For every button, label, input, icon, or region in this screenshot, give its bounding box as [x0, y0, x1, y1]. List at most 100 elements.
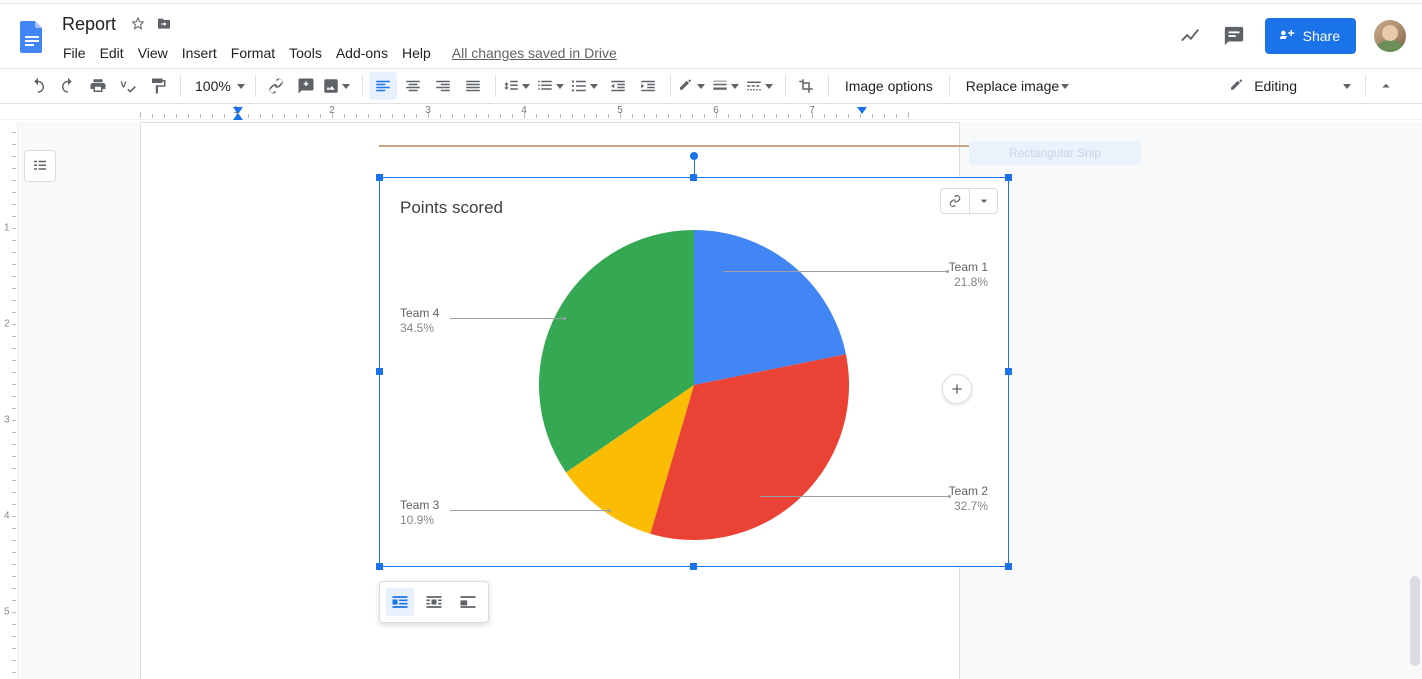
selected-chart-object[interactable]: Points scored Team 121.8% Team 232.7%	[379, 177, 1009, 567]
menu-help[interactable]: Help	[395, 41, 438, 65]
resize-handle-tr[interactable]	[1005, 174, 1012, 181]
resize-handle-tm[interactable]	[690, 174, 697, 181]
chevron-down-icon	[765, 84, 773, 89]
save-status[interactable]: All changes saved in Drive	[452, 45, 617, 61]
resize-handle-bm[interactable]	[690, 563, 697, 570]
share-button[interactable]: Share	[1265, 18, 1356, 54]
snip-overlay: Rectangular Snip	[969, 141, 1141, 165]
image-options-button[interactable]: Image options	[835, 72, 943, 100]
resize-handle-bl[interactable]	[376, 563, 383, 570]
snip-label: Rectangular Snip	[1009, 146, 1101, 160]
linked-chart-icon[interactable]	[941, 189, 969, 213]
doc-title[interactable]: Report	[56, 12, 122, 37]
vertical-ruler[interactable]: 12345	[0, 122, 18, 679]
leader-line	[450, 318, 565, 319]
menu-bar: File Edit View Insert Format Tools Add-o…	[56, 40, 617, 66]
border-dash-button[interactable]	[745, 72, 777, 100]
separator	[785, 75, 786, 97]
indent-increase-button[interactable]	[634, 72, 662, 100]
chevron-down-icon	[731, 84, 739, 89]
app-header: Report File Edit View Insert Format Tool…	[0, 4, 1422, 68]
wrap-text-button[interactable]	[420, 588, 448, 616]
replace-image-button[interactable]: Replace image	[956, 72, 1079, 100]
horizontal-ruler[interactable]: 1234567	[0, 104, 1422, 120]
align-right-button[interactable]	[429, 72, 457, 100]
menu-format[interactable]: Format	[224, 41, 282, 65]
comments-icon[interactable]	[1221, 23, 1247, 49]
separator	[362, 75, 363, 97]
paint-format-button[interactable]	[144, 72, 172, 100]
menu-view[interactable]: View	[131, 41, 175, 65]
border-color-button[interactable]	[677, 72, 709, 100]
separator	[255, 75, 256, 97]
outline-toggle-button[interactable]	[24, 150, 56, 182]
indent-decrease-button[interactable]	[604, 72, 632, 100]
resize-handle-ml[interactable]	[376, 368, 383, 375]
align-center-button[interactable]	[399, 72, 427, 100]
chevron-down-icon	[1061, 84, 1069, 89]
spellcheck-button[interactable]	[114, 72, 142, 100]
menu-tools[interactable]: Tools	[282, 41, 329, 65]
workspace: 12345 Rectangular Snip Points scored	[0, 122, 1422, 679]
bulleted-list-button[interactable]	[570, 72, 602, 100]
toolbar: 100% Image options Replace image Editing	[0, 68, 1422, 104]
chart-action-bar	[940, 188, 998, 214]
insert-link-button[interactable]	[262, 72, 290, 100]
scrollbar-thumb[interactable]	[1410, 576, 1420, 666]
separator	[180, 75, 181, 97]
inline-wrap-button[interactable]	[386, 588, 414, 616]
chevron-down-icon	[237, 84, 245, 89]
numbered-list-button[interactable]	[536, 72, 568, 100]
align-left-button[interactable]	[369, 72, 397, 100]
chevron-down-icon	[1343, 84, 1351, 89]
add-comment-button[interactable]	[292, 72, 320, 100]
leader-line	[723, 271, 948, 272]
mode-select[interactable]: Editing	[1220, 77, 1359, 95]
chart-title: Points scored	[400, 198, 503, 218]
border-weight-button[interactable]	[711, 72, 743, 100]
menu-edit[interactable]: Edit	[93, 41, 131, 65]
horizontal-rule	[379, 145, 1015, 147]
menu-insert[interactable]: Insert	[175, 41, 224, 65]
zoom-select[interactable]: 100%	[187, 78, 249, 94]
insert-image-button[interactable]	[322, 72, 354, 100]
undo-button[interactable]	[24, 72, 52, 100]
docs-logo[interactable]	[12, 10, 52, 64]
chevron-down-icon	[697, 84, 705, 89]
crop-button[interactable]	[792, 72, 820, 100]
menu-file[interactable]: File	[56, 41, 93, 65]
leader-line	[450, 510, 610, 511]
redo-button[interactable]	[54, 72, 82, 100]
print-button[interactable]	[84, 72, 112, 100]
chevron-down-icon	[556, 84, 564, 89]
move-icon[interactable]	[154, 14, 174, 34]
add-comment-fab[interactable]	[942, 374, 972, 404]
leader-line	[760, 496, 950, 497]
separator	[828, 75, 829, 97]
activity-icon[interactable]	[1177, 23, 1203, 49]
mode-label: Editing	[1254, 78, 1297, 94]
line-spacing-button[interactable]	[502, 72, 534, 100]
outline-panel	[24, 150, 64, 182]
align-justify-button[interactable]	[459, 72, 487, 100]
slice-label-team4: Team 434.5%	[400, 306, 439, 336]
collapse-toolbar-button[interactable]	[1372, 72, 1400, 100]
resize-handle-br[interactable]	[1005, 563, 1012, 570]
zoom-value: 100%	[195, 78, 231, 94]
rotation-handle[interactable]	[690, 152, 698, 160]
chart-options-icon[interactable]	[969, 189, 997, 213]
slice-label-team1: Team 121.8%	[949, 260, 988, 290]
menu-addons[interactable]: Add-ons	[329, 41, 395, 65]
pie-chart	[539, 230, 849, 545]
star-icon[interactable]	[128, 14, 148, 34]
document-page[interactable]: Rectangular Snip Points scored	[140, 122, 960, 679]
chevron-down-icon	[342, 84, 350, 89]
separator	[1365, 75, 1366, 97]
resize-handle-tl[interactable]	[376, 174, 383, 181]
chevron-down-icon	[522, 84, 530, 89]
resize-handle-mr[interactable]	[1005, 368, 1012, 375]
account-avatar[interactable]	[1374, 20, 1406, 52]
chevron-down-icon	[590, 84, 598, 89]
break-text-button[interactable]	[454, 588, 482, 616]
slice-label-team2: Team 232.7%	[949, 484, 988, 514]
